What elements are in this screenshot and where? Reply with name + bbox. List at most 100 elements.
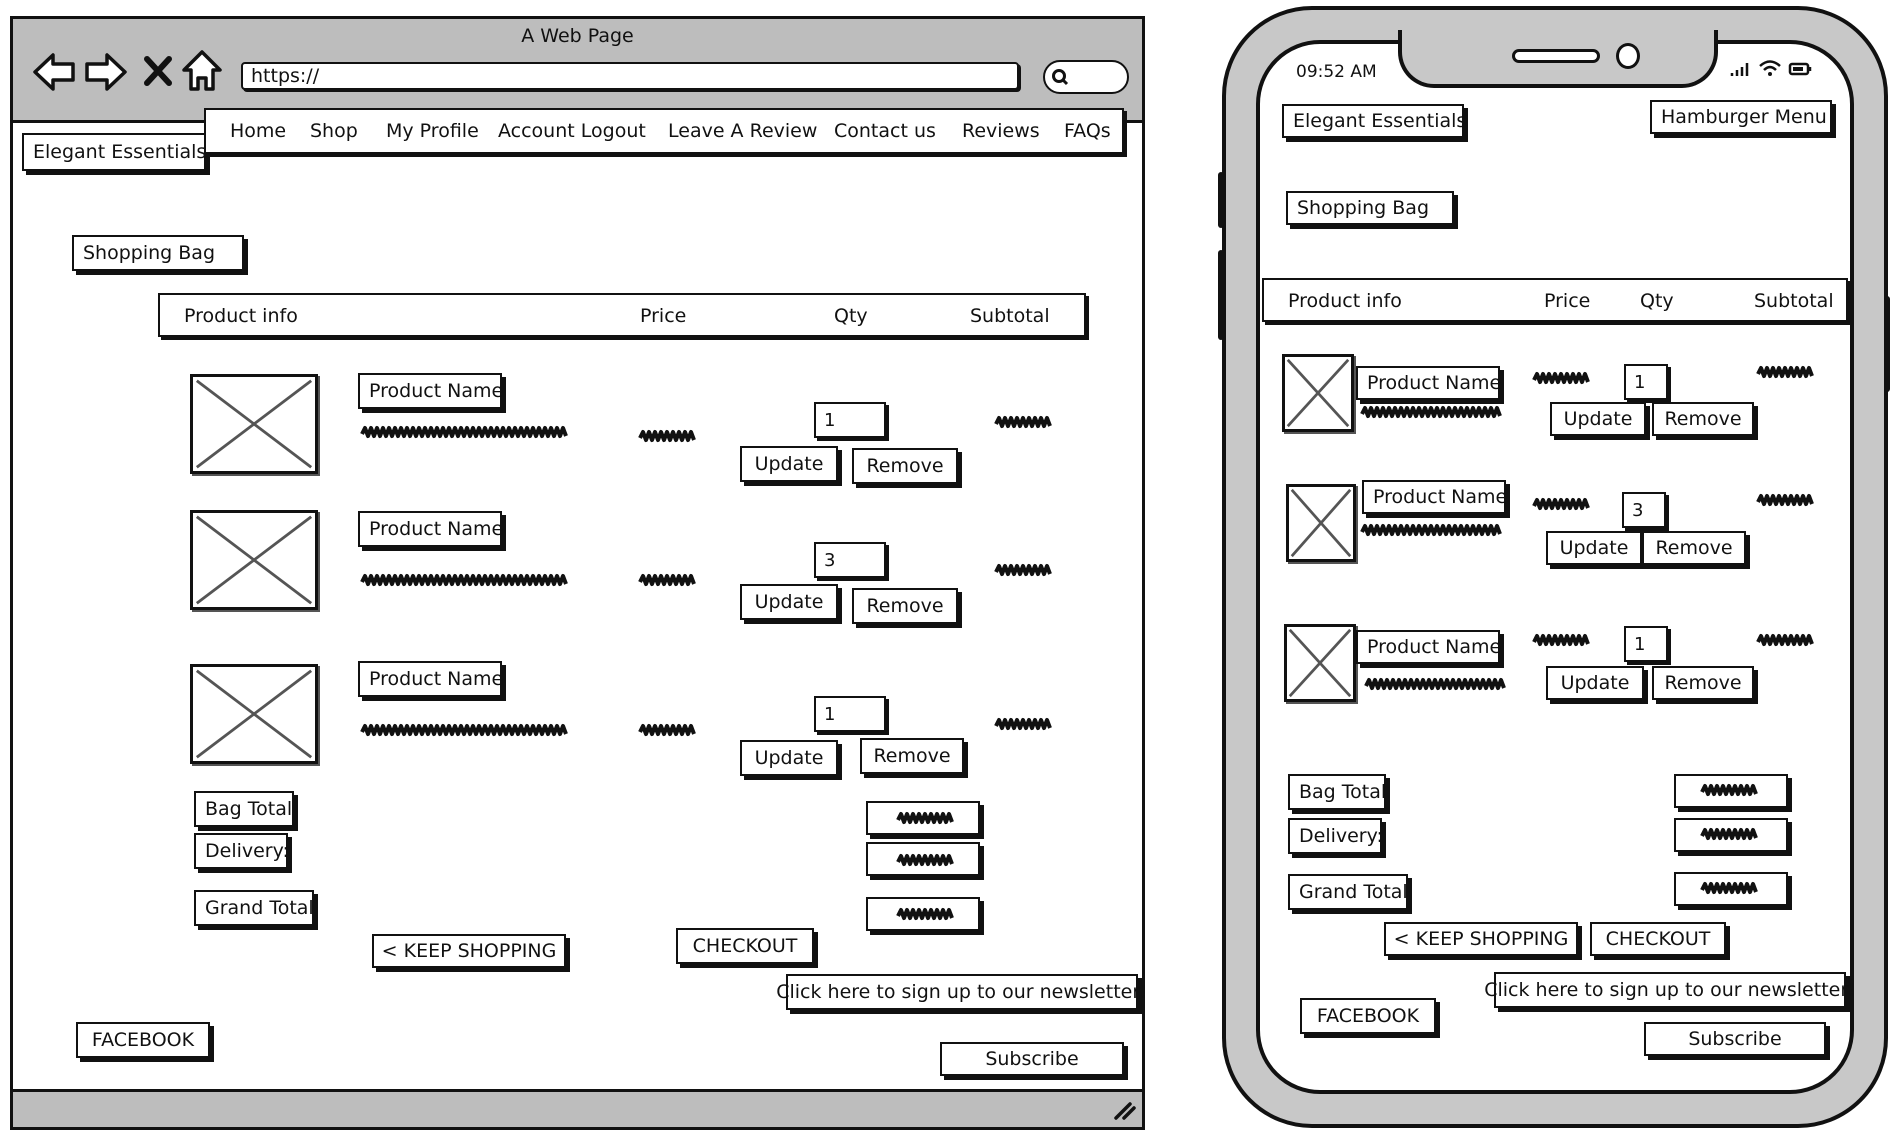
header-product-info: Product info [1288, 290, 1402, 312]
nav-shop[interactable]: Shop [310, 120, 358, 142]
remove-button[interactable]: Remove [860, 738, 964, 774]
placeholder-scribble [896, 812, 954, 824]
phone-side-button [1218, 250, 1224, 340]
phone-side-button [1218, 172, 1224, 228]
hamburger-menu-button[interactable]: Hamburger Menu [1650, 100, 1832, 134]
cart-table-header: Product info Price Qty Subtotal [158, 293, 1086, 337]
qty-input[interactable]: 1 [1624, 626, 1668, 662]
nav-home[interactable]: Home [230, 120, 286, 142]
facebook-link[interactable]: FACEBOOK [1300, 998, 1436, 1034]
mobile-brand-logo[interactable]: Elegant Essentials [1282, 104, 1466, 138]
header-qty: Qty [1640, 290, 1674, 312]
update-button[interactable]: Update [1546, 531, 1642, 565]
forward-arrow-icon[interactable] [83, 51, 129, 93]
placeholder-scribble [1532, 498, 1590, 510]
product-image-placeholder [1286, 484, 1356, 562]
qty-input[interactable]: 3 [814, 542, 886, 578]
placeholder-scribble [1364, 678, 1506, 690]
camera-icon [1616, 43, 1640, 69]
subscribe-button[interactable]: Subscribe [940, 1042, 1124, 1076]
url-input[interactable]: https:// [241, 62, 1019, 90]
placeholder-scribble [1532, 372, 1590, 384]
product-name-label[interactable]: Product Name [1362, 480, 1507, 514]
update-button[interactable]: Update [740, 740, 838, 776]
search-field[interactable] [1043, 60, 1129, 94]
main-nav: Home Shop My Profile Account Logout Leav… [204, 108, 1124, 154]
phone-speaker [1512, 49, 1600, 63]
signal-icon [1730, 63, 1749, 76]
placeholder-scribble [1532, 634, 1590, 646]
remove-button[interactable]: Remove [852, 588, 958, 624]
checkout-button[interactable]: CHECKOUT [1590, 922, 1726, 956]
header-price: Price [640, 305, 687, 327]
back-arrow-icon[interactable] [31, 51, 77, 93]
product-image-placeholder [1282, 354, 1354, 432]
delivery-label: Delivery: [1288, 818, 1383, 854]
product-name-label[interactable]: Product Name [1356, 366, 1501, 400]
delivery-label: Delivery: [194, 833, 289, 869]
placeholder-scribble [1756, 494, 1814, 506]
remove-button[interactable]: Remove [1642, 531, 1746, 565]
product-name-label[interactable]: Product Name [1356, 630, 1501, 664]
product-name-label[interactable]: Product Name [358, 511, 503, 547]
qty-input[interactable]: 3 [1622, 492, 1666, 528]
placeholder-scribble [1756, 634, 1814, 646]
product-name-label[interactable]: Product Name [358, 661, 503, 697]
newsletter-link[interactable]: Click here to sign up to our newsletter! [1484, 972, 1856, 1008]
mobile-cart-table-header: Product info Price Qty Subtotal [1262, 278, 1848, 322]
product-name-label[interactable]: Product Name [358, 373, 503, 409]
bag-total-label: Bag Total [1288, 774, 1386, 810]
qty-input[interactable]: 1 [814, 696, 886, 732]
placeholder-scribble [1700, 784, 1758, 796]
wifi-icon [1759, 60, 1781, 76]
placeholder-scribble [994, 564, 1052, 576]
browser-window: A Web Page https:// [10, 16, 1145, 1130]
qty-input[interactable]: 1 [1624, 364, 1668, 400]
nav-reviews[interactable]: Reviews [962, 120, 1040, 142]
update-button[interactable]: Update [1546, 666, 1644, 700]
header-subtotal: Subtotal [970, 305, 1050, 327]
keep-shopping-button[interactable]: < KEEP SHOPPING [372, 934, 566, 968]
grand-total-label: Grand Total [194, 890, 314, 926]
mobile-page-title: Shopping Bag [1286, 191, 1454, 225]
header-price: Price [1544, 290, 1591, 312]
home-icon[interactable] [181, 49, 223, 93]
placeholder-scribble [360, 724, 568, 736]
nav-my-profile[interactable]: My Profile [386, 120, 479, 142]
remove-button[interactable]: Remove [852, 448, 958, 484]
placeholder-scribble [1360, 406, 1502, 418]
subscribe-button[interactable]: Subscribe [1644, 1022, 1826, 1056]
placeholder-scribble [638, 574, 696, 586]
close-icon[interactable] [143, 55, 173, 87]
remove-button[interactable]: Remove [1652, 666, 1754, 700]
page-title: Shopping Bag [72, 235, 244, 271]
update-button[interactable]: Update [740, 584, 838, 620]
product-image-placeholder [190, 374, 318, 474]
brand-logo[interactable]: Elegant Essentials [22, 133, 206, 171]
qty-input[interactable]: 1 [814, 402, 886, 438]
grand-total-label: Grand Total [1288, 874, 1408, 910]
product-image-placeholder [190, 664, 318, 764]
phone-side-button [1884, 296, 1890, 392]
newsletter-link[interactable]: Click here to sign up to our newsletter! [776, 974, 1148, 1010]
search-icon [1052, 69, 1069, 86]
update-button[interactable]: Update [740, 446, 838, 482]
keep-shopping-button[interactable]: < KEEP SHOPPING [1384, 922, 1578, 956]
nav-contact-us[interactable]: Contact us [834, 120, 936, 142]
nav-account-logout[interactable]: Account Logout [498, 120, 646, 142]
nav-leave-review[interactable]: Leave A Review [668, 120, 817, 142]
placeholder-scribble [360, 574, 568, 586]
resize-grip-icon[interactable] [1112, 1100, 1136, 1120]
nav-faqs[interactable]: FAQs [1064, 120, 1111, 142]
header-product-info: Product info [184, 305, 298, 327]
placeholder-scribble [360, 426, 568, 438]
placeholder-scribble [1360, 524, 1502, 536]
placeholder-scribble [638, 724, 696, 736]
checkout-button[interactable]: CHECKOUT [676, 928, 814, 964]
placeholder-scribble [896, 908, 954, 920]
placeholder-scribble [1700, 828, 1758, 840]
facebook-link[interactable]: FACEBOOK [76, 1022, 210, 1058]
update-button[interactable]: Update [1550, 402, 1646, 436]
remove-button[interactable]: Remove [1652, 402, 1754, 436]
bag-total-label: Bag Total [194, 791, 294, 827]
